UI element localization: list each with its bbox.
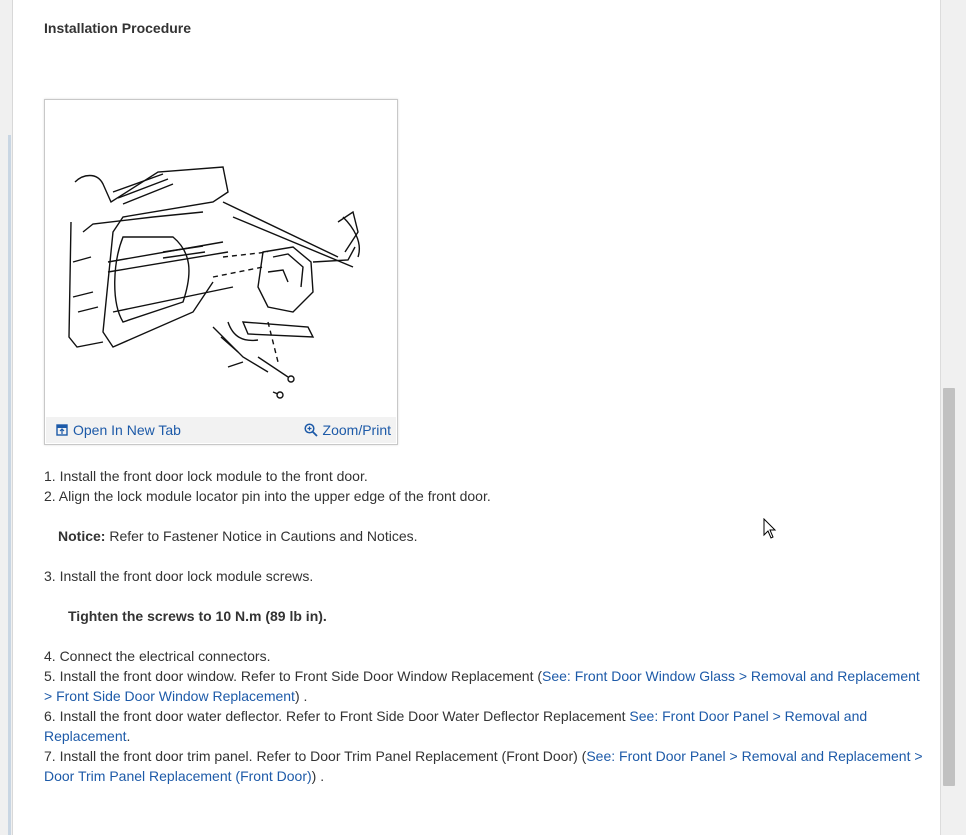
open-new-tab-icon [56,424,68,436]
step-7-end: ) . [311,768,325,784]
section-heading: Installation Procedure [44,20,192,36]
step-3: 3. Install the front door lock module sc… [44,568,314,584]
zoom-print-link[interactable]: Zoom/Print [303,422,391,438]
step-2: 2. Align the lock module locator pin int… [44,488,491,504]
step-6-text: 6. Install the front door water deflecto… [44,708,630,724]
figure-toolbar: Open In New Tab Zoom/Print [46,417,396,443]
open-in-new-tab-link[interactable]: Open In New Tab [56,422,181,438]
left-edge-highlight [8,135,11,835]
notice: Notice: Refer to Fastener Notice in Caut… [44,526,929,546]
torque-spec: Tighten the screws to 10 N.m (89 lb in). [68,608,327,624]
magnifier-icon [303,423,318,437]
step-5-text: 5. Install the front door window. Refer … [44,668,543,684]
mouse-cursor-icon [763,518,777,539]
step-1: 1. Install the front door lock module to… [44,468,368,484]
step-5: 5. Install the front door window. Refer … [44,666,929,706]
notice-label: Notice: [58,528,106,544]
step-6-end: . [126,728,131,744]
scrollbar-thumb[interactable] [943,388,955,786]
notice-text: Refer to Fastener Notice in Cautions and… [105,528,418,544]
step-6: 6. Install the front door water deflecto… [44,706,929,746]
left-window-edge [0,0,13,835]
step-4: 4. Connect the electrical connectors. [44,648,271,664]
door-lock-module-illustration[interactable] [63,162,363,402]
open-in-new-tab-label: Open In New Tab [73,422,181,438]
illustration-figure: Open In New Tab Zoom/Print [44,99,398,445]
step-5-end: ) . [294,688,308,704]
step-7: 7. Install the front door trim panel. Re… [44,746,929,786]
zoom-print-label: Zoom/Print [322,422,391,438]
step-7-text: 7. Install the front door trim panel. Re… [44,748,587,764]
procedure-steps: 1. Install the front door lock module to… [44,466,929,786]
